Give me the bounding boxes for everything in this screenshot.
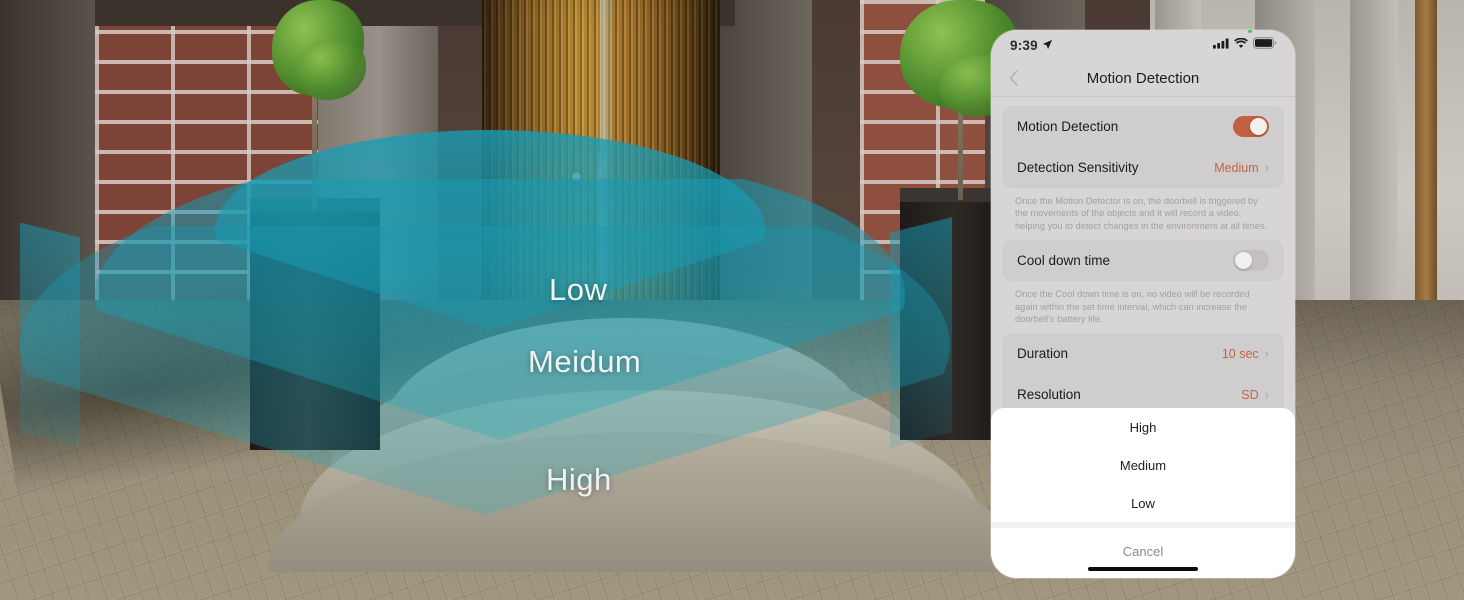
screenshot-stage: Low Meidum High 9:39 Motion Detection Mo… bbox=[0, 0, 1464, 600]
location-arrow-icon bbox=[1042, 38, 1053, 53]
recording-card: Duration 10 sec › Resolution SD › bbox=[1002, 333, 1284, 416]
row-cool-down-time[interactable]: Cool down time bbox=[1002, 240, 1284, 281]
detection-sensitivity-value-group[interactable]: Medium › bbox=[1214, 161, 1269, 175]
action-sheet-options: High Medium Low bbox=[991, 408, 1295, 522]
resolution-value: SD bbox=[1241, 387, 1259, 402]
cool-down-card: Cool down time bbox=[1002, 240, 1284, 282]
cool-down-hint: Once the Cool down time is on, no video … bbox=[1015, 289, 1250, 325]
back-button[interactable] bbox=[1005, 70, 1021, 86]
wifi-icon bbox=[1234, 36, 1248, 54]
zone-label-medium: Meidum bbox=[528, 344, 642, 379]
detection-sensitivity-value: Medium bbox=[1214, 160, 1259, 175]
chevron-right-icon: › bbox=[1264, 387, 1269, 403]
status-bar: 9:39 bbox=[991, 30, 1295, 60]
motion-detection-hint: Once the Motion Detector is on, the door… bbox=[1015, 196, 1268, 231]
phone-mockup: 9:39 Motion Detection Motion Detection D… bbox=[991, 30, 1295, 578]
chevron-right-icon: › bbox=[1264, 160, 1269, 175]
toggle-knob bbox=[1250, 118, 1267, 135]
cellular-signal-icon bbox=[1213, 36, 1229, 54]
navigation-bar: Motion Detection bbox=[991, 60, 1295, 97]
row-label-duration: Duration bbox=[1017, 346, 1069, 362]
row-label-cool-down-time: Cool down time bbox=[1017, 253, 1111, 269]
row-label-motion-detection: Motion Detection bbox=[1017, 119, 1119, 134]
wood-trim-right bbox=[1415, 0, 1437, 330]
detection-zone-wall-left bbox=[20, 222, 80, 448]
settings-content: Motion Detection Detection Sensitivity M… bbox=[991, 97, 1295, 416]
action-sheet-option-medium[interactable]: Medium bbox=[991, 446, 1295, 484]
battery-full-icon bbox=[1253, 36, 1277, 54]
door-knob bbox=[572, 172, 581, 181]
zone-label-low: Low bbox=[549, 272, 608, 307]
row-motion-detection[interactable]: Motion Detection bbox=[1002, 106, 1284, 147]
row-detection-sensitivity[interactable]: Detection Sensitivity Medium › bbox=[1002, 147, 1284, 188]
home-indicator[interactable] bbox=[1088, 567, 1198, 571]
duration-value-group[interactable]: 10 sec › bbox=[1222, 347, 1269, 361]
planter-left bbox=[250, 200, 380, 450]
cool-down-time-toggle[interactable] bbox=[1233, 250, 1269, 272]
action-sheet-option-low[interactable]: Low bbox=[991, 484, 1295, 522]
zone-label-high: High bbox=[546, 462, 612, 497]
chevron-right-icon: › bbox=[1264, 346, 1269, 362]
detection-zone-wall-right bbox=[890, 217, 952, 448]
chevron-left-icon bbox=[1009, 70, 1018, 86]
motion-detection-card: Motion Detection Detection Sensitivity M… bbox=[1002, 106, 1284, 188]
row-duration[interactable]: Duration 10 sec › bbox=[1002, 333, 1284, 374]
page-title: Motion Detection bbox=[1086, 69, 1200, 87]
motion-detection-toggle[interactable] bbox=[1233, 116, 1269, 137]
resolution-value-group[interactable]: SD › bbox=[1241, 388, 1269, 402]
location-active-dot-icon bbox=[1248, 30, 1252, 33]
duration-value: 10 sec bbox=[1221, 346, 1259, 361]
row-label-resolution: Resolution bbox=[1017, 387, 1081, 403]
status-bar-time: 9:39 bbox=[1010, 37, 1038, 53]
status-bar-left: 9:39 bbox=[1010, 38, 1053, 53]
sensitivity-action-sheet: High Medium Low Cancel bbox=[991, 408, 1295, 578]
toggle-knob bbox=[1235, 252, 1252, 270]
row-label-detection-sensitivity: Detection Sensitivity bbox=[1017, 160, 1139, 175]
status-bar-right bbox=[1213, 30, 1277, 54]
action-sheet-option-high[interactable]: High bbox=[991, 408, 1295, 446]
